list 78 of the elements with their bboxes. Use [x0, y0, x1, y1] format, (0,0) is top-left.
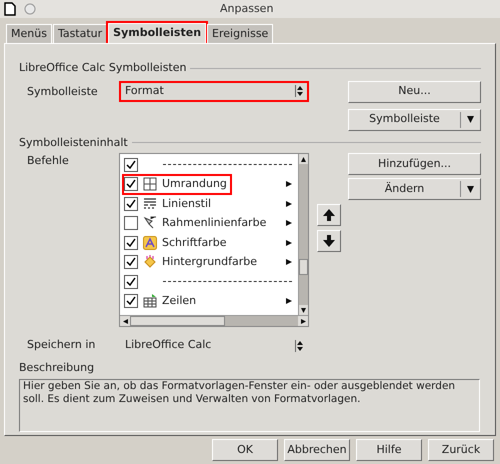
dialog-button[interactable]: Hilfe — [356, 439, 422, 461]
scroll-up-icon — [301, 156, 306, 162]
toolbar-button[interactable]: Symbolleiste — [348, 108, 481, 130]
scroll-thumb[interactable] — [299, 259, 308, 275]
command-row[interactable]: Hintergrundfarbe — [120, 252, 298, 272]
checkbox[interactable] — [124, 274, 138, 289]
dropdown-caret-icon — [467, 186, 474, 192]
vertical-scrollbar[interactable] — [298, 154, 308, 315]
checkmark-icon — [126, 160, 136, 170]
scroll-down-icon — [301, 308, 306, 312]
save-in-label: Speichern in — [26, 337, 96, 354]
command-row[interactable]: Zeilen — [120, 292, 298, 311]
move-up-button[interactable] — [317, 204, 341, 226]
dialog-button[interactable]: Abbrechen — [284, 439, 350, 461]
checkbox[interactable] — [124, 196, 138, 211]
submenu-arrow-icon — [286, 298, 292, 304]
command-label: Rahmenlinienfarbe — [162, 215, 266, 231]
scroll-right-icon — [300, 318, 306, 324]
commands-label: Befehle — [26, 153, 70, 169]
paint-bucket-icon — [143, 255, 157, 270]
tab[interactable]: Menüs — [6, 24, 52, 43]
checkmark-icon — [126, 198, 136, 209]
move-down-button[interactable] — [317, 230, 341, 252]
checkbox[interactable] — [124, 216, 138, 230]
submenu-arrow-icon — [286, 200, 292, 207]
command-label: Umrandung — [162, 176, 227, 192]
checkbox[interactable] — [124, 236, 138, 250]
scroll-thumb[interactable] — [130, 316, 225, 326]
submenu-arrow-icon — [286, 181, 292, 188]
group-heading: LibreOffice Calc Symbolleisten — [19, 60, 186, 76]
arrow-down-icon — [322, 234, 336, 248]
command-row[interactable]: Linienstil — [120, 194, 298, 214]
checkbox[interactable] — [124, 158, 138, 172]
checkbox[interactable] — [124, 255, 138, 270]
spin-arrows-icon — [295, 340, 303, 352]
font-color-icon — [143, 236, 157, 250]
tab[interactable]: Symbolleisten — [108, 23, 206, 43]
dialog-button[interactable]: OK — [212, 439, 278, 461]
checkmark-icon — [126, 179, 136, 190]
document-icon — [4, 2, 16, 16]
line-style-icon — [143, 196, 157, 211]
checkmark-icon — [126, 296, 136, 306]
toolbar-button[interactable]: Neu... — [348, 80, 481, 102]
checkmark-icon — [126, 276, 136, 287]
command-label: Schriftfarbe — [162, 234, 226, 250]
tab[interactable]: Ereignisse — [207, 24, 274, 43]
checkbox[interactable] — [124, 177, 138, 192]
horizontal-scrollbar[interactable] — [120, 315, 308, 326]
table-rows-icon — [143, 294, 157, 308]
command-label: Hintergrundfarbe — [162, 254, 258, 270]
command-row[interactable]: Rahmenlinienfarbe — [120, 214, 298, 233]
toolbar-select[interactable]: Format — [119, 80, 309, 102]
spin-arrows-icon — [295, 85, 303, 97]
submenu-arrow-icon — [286, 259, 292, 266]
grid-icon — [143, 177, 157, 192]
submenu-arrow-icon — [286, 240, 292, 246]
checkmark-icon — [126, 238, 136, 248]
dropdown-caret-icon — [467, 116, 474, 123]
save-in-select[interactable]: LibreOffice Calc — [119, 335, 309, 356]
command-row[interactable]: Schriftfarbe — [120, 233, 298, 252]
scroll-left-icon — [122, 318, 128, 324]
command-label: Zeilen — [162, 293, 196, 309]
submenu-arrow-icon — [286, 220, 292, 226]
command-label: Linienstil — [162, 196, 212, 212]
toolbar-label: Symbolleiste — [26, 84, 99, 100]
checkmark-icon — [126, 257, 136, 268]
window-title: Anpassen — [220, 0, 274, 17]
checkbox[interactable] — [124, 294, 138, 308]
group-heading: Symbolleisteninhalt — [19, 134, 128, 150]
command-button[interactable]: Hinzufügen... — [348, 153, 481, 175]
paint-brush-icon — [143, 216, 157, 230]
command-row[interactable]: Umrandung — [120, 174, 298, 194]
tab[interactable]: Tastatur — [52, 24, 108, 43]
description-box: Hier geben Sie an, ob das Formatvorlagen-Fenster ein- oder ausgeblendet werden soll. Es dient zum Zuweisen und Verwalten von Formatvorlagen. — [19, 378, 480, 432]
description-label: Beschreibung — [19, 360, 96, 376]
arrow-up-icon — [322, 208, 336, 222]
dialog-button[interactable]: Zurück — [428, 439, 494, 461]
command-button[interactable]: Ändern — [348, 178, 481, 200]
